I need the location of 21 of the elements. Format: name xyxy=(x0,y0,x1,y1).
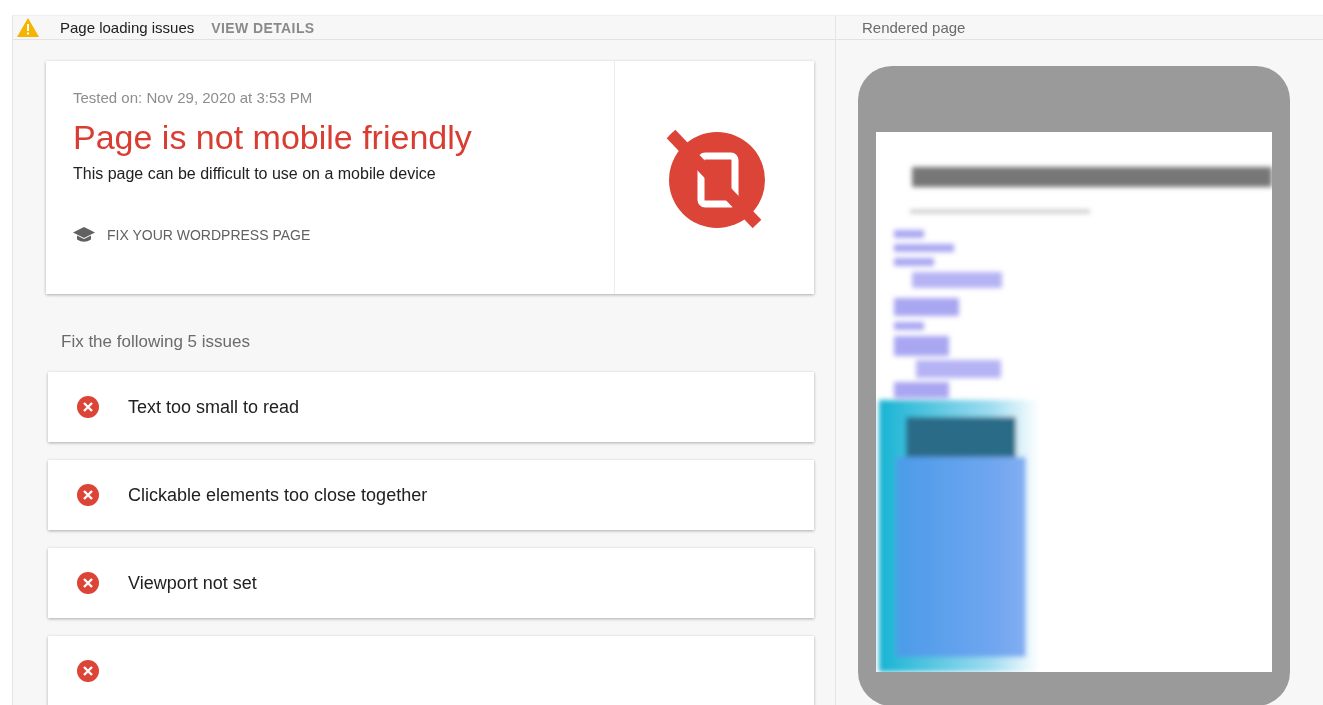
test-date: Tested on: Nov 29, 2020 at 3:53 PM xyxy=(73,89,313,106)
result-title: Page is not mobile friendly xyxy=(73,118,472,157)
issue-card[interactable]: Viewport not set xyxy=(48,548,814,618)
panel-title: Rendered page xyxy=(862,19,966,36)
warning-text: Page loading issues xyxy=(60,19,195,36)
issues-heading: Fix the following 5 issues xyxy=(61,332,251,352)
fix-link[interactable]: FIX YOUR WORDPRESS PAGE xyxy=(73,227,311,243)
issue-label: Viewport not set xyxy=(128,572,257,594)
error-icon xyxy=(77,572,99,594)
mobile-off-icon xyxy=(664,127,765,228)
error-icon xyxy=(77,484,99,506)
issue-card[interactable]: Clickable elements too close together xyxy=(48,460,814,530)
warning-icon xyxy=(17,18,39,37)
error-icon xyxy=(77,660,99,682)
graduation-cap-icon xyxy=(73,227,95,243)
error-icon xyxy=(77,396,99,418)
issue-card[interactable]: Text too small to read xyxy=(48,372,814,442)
issue-label: Clickable elements too close together xyxy=(128,484,428,506)
result-description: This page can be difficult to use on a mobile device xyxy=(73,165,436,183)
issue-label: Text too small to read xyxy=(128,396,300,418)
issue-card[interactable] xyxy=(48,636,814,705)
